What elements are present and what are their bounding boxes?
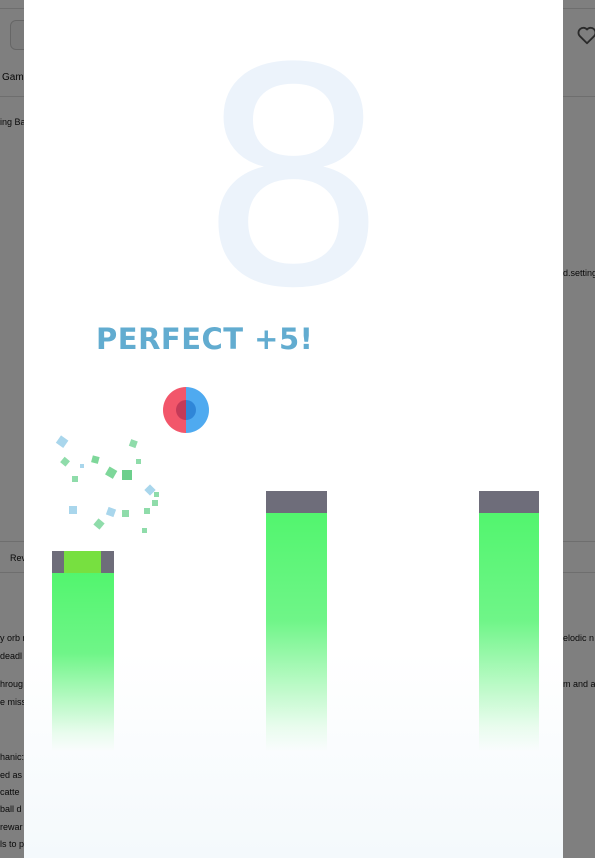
ball-core [176,400,196,420]
pillar-right [479,491,539,751]
pillar-cap [479,491,539,513]
perfect-bonus-text: PERFECT +5! [96,322,314,356]
pillar-body [479,513,539,751]
pillar-middle [266,491,327,751]
pillar-body [266,513,327,751]
pillar-body [52,573,114,751]
game-canvas[interactable]: 8 PERFECT +5! [24,0,563,858]
pillar-left [52,551,114,751]
particle-burst [55,435,159,533]
pillar-cap [266,491,327,513]
ball-player-icon [163,387,209,433]
score-display: 8 [198,5,389,354]
perfect-target-zone [64,551,101,573]
